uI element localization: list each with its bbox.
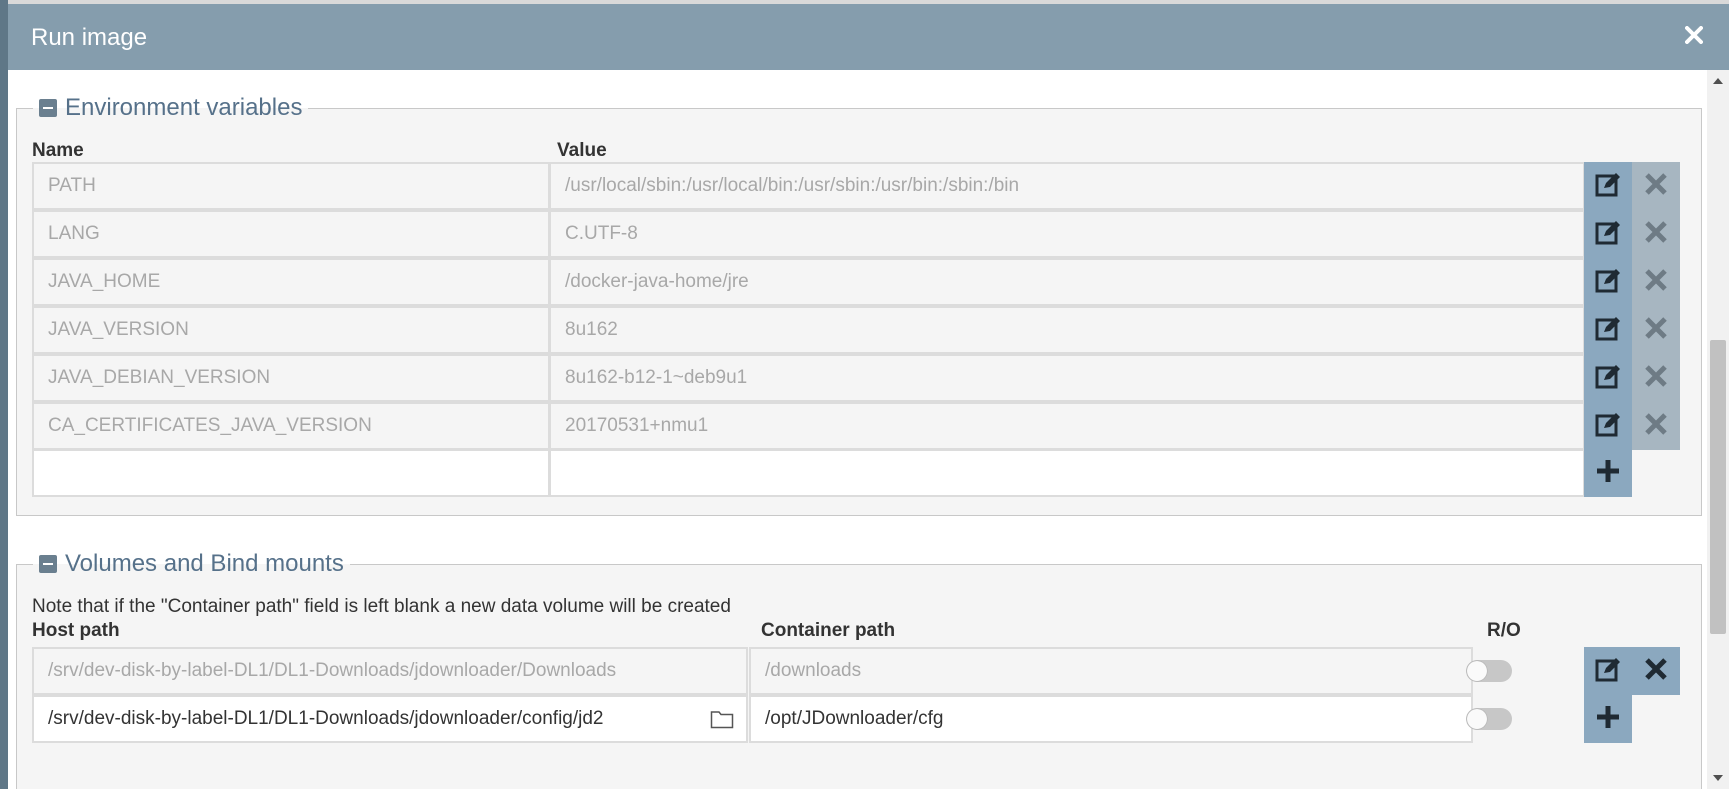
volumes-note: Note that if the "Container path" field … bbox=[32, 596, 731, 617]
new-container-path-input[interactable]: /opt/JDownloader/cfg bbox=[749, 695, 1473, 743]
edit-env-button[interactable] bbox=[1584, 306, 1632, 354]
close-icon[interactable] bbox=[1681, 22, 1707, 48]
edit-icon bbox=[1595, 411, 1621, 442]
delete-env-button[interactable] bbox=[1632, 258, 1680, 306]
env-variables-legend: Environment variables bbox=[33, 94, 308, 122]
env-name-field: LANG bbox=[32, 210, 550, 258]
edit-icon bbox=[1595, 363, 1621, 394]
close-icon bbox=[1644, 268, 1668, 297]
env-name-field: JAVA_VERSION bbox=[32, 306, 550, 354]
collapse-icon[interactable] bbox=[39, 99, 57, 117]
delete-volume-button[interactable] bbox=[1632, 647, 1680, 695]
edit-volume-button[interactable] bbox=[1584, 647, 1632, 695]
env-new-value-input[interactable] bbox=[549, 449, 1585, 497]
delete-env-button[interactable] bbox=[1632, 162, 1680, 210]
delete-env-button[interactable] bbox=[1632, 306, 1680, 354]
add-env-button[interactable] bbox=[1584, 449, 1632, 497]
env-value-field: 20170531+nmu1 bbox=[549, 402, 1585, 450]
env-new-name-input[interactable] bbox=[32, 449, 550, 497]
vertical-scrollbar[interactable] bbox=[1707, 70, 1729, 789]
env-name-field: JAVA_HOME bbox=[32, 258, 550, 306]
env-value-header: Value bbox=[557, 140, 607, 161]
collapse-icon[interactable] bbox=[39, 555, 57, 573]
env-name-field: JAVA_DEBIAN_VERSION bbox=[32, 354, 550, 402]
new-volume-ro-toggle[interactable] bbox=[1466, 708, 1512, 730]
env-value-field: C.UTF-8 bbox=[549, 210, 1585, 258]
folder-icon[interactable] bbox=[710, 709, 734, 735]
edit-env-button[interactable] bbox=[1584, 162, 1632, 210]
scroll-up-icon[interactable] bbox=[1713, 78, 1723, 84]
close-icon bbox=[1644, 657, 1668, 686]
delete-env-button[interactable] bbox=[1632, 354, 1680, 402]
edit-icon bbox=[1595, 267, 1621, 298]
volume-ro-toggle[interactable] bbox=[1466, 660, 1512, 682]
edit-icon bbox=[1595, 315, 1621, 346]
background-strip bbox=[0, 0, 8, 789]
edit-icon bbox=[1595, 171, 1621, 202]
close-icon bbox=[1644, 316, 1668, 345]
new-host-path-value: /srv/dev-disk-by-label-DL1/DL1-Downloads… bbox=[48, 708, 604, 729]
container-path-header: Container path bbox=[761, 620, 896, 641]
dialog-titlebar: Run image bbox=[8, 4, 1729, 70]
plus-icon bbox=[1595, 458, 1621, 489]
volume-host-path: /srv/dev-disk-by-label-DL1/DL1-Downloads… bbox=[32, 647, 748, 695]
plus-icon bbox=[1595, 704, 1621, 735]
close-icon bbox=[1644, 172, 1668, 201]
scroll-down-icon[interactable] bbox=[1713, 775, 1723, 781]
env-value-field: 8u162 bbox=[549, 306, 1585, 354]
edit-env-button[interactable] bbox=[1584, 210, 1632, 258]
delete-env-button[interactable] bbox=[1632, 402, 1680, 450]
volumes-legend: Volumes and Bind mounts bbox=[33, 550, 350, 578]
ro-header: R/O bbox=[1487, 620, 1521, 641]
new-host-path-input[interactable]: /srv/dev-disk-by-label-DL1/DL1-Downloads… bbox=[32, 695, 748, 743]
env-value-field: 8u162-b12-1~deb9u1 bbox=[549, 354, 1585, 402]
edit-icon bbox=[1595, 219, 1621, 250]
add-volume-button[interactable] bbox=[1584, 695, 1632, 743]
edit-env-button[interactable] bbox=[1584, 258, 1632, 306]
close-icon bbox=[1644, 220, 1668, 249]
env-name-header: Name bbox=[32, 140, 84, 161]
edit-icon bbox=[1595, 656, 1621, 687]
scrollbar-thumb[interactable] bbox=[1710, 340, 1726, 634]
close-icon bbox=[1644, 364, 1668, 393]
env-value-field: /docker-java-home/jre bbox=[549, 258, 1585, 306]
volumes-title: Volumes and Bind mounts bbox=[65, 550, 344, 577]
close-icon bbox=[1644, 412, 1668, 441]
run-image-dialog: Run image Environment variables Name Val… bbox=[8, 4, 1729, 789]
env-variables-title: Environment variables bbox=[65, 94, 303, 121]
delete-env-button[interactable] bbox=[1632, 210, 1680, 258]
edit-env-button[interactable] bbox=[1584, 354, 1632, 402]
host-path-header: Host path bbox=[32, 620, 120, 641]
dialog-body: Environment variables Name Value PATH/us… bbox=[8, 70, 1705, 789]
env-name-field: PATH bbox=[32, 162, 550, 210]
volume-container-path: /downloads bbox=[749, 647, 1473, 695]
edit-env-button[interactable] bbox=[1584, 402, 1632, 450]
env-name-field: CA_CERTIFICATES_JAVA_VERSION bbox=[32, 402, 550, 450]
dialog-title: Run image bbox=[31, 24, 148, 51]
env-value-field: /usr/local/sbin:/usr/local/bin:/usr/sbin… bbox=[549, 162, 1585, 210]
